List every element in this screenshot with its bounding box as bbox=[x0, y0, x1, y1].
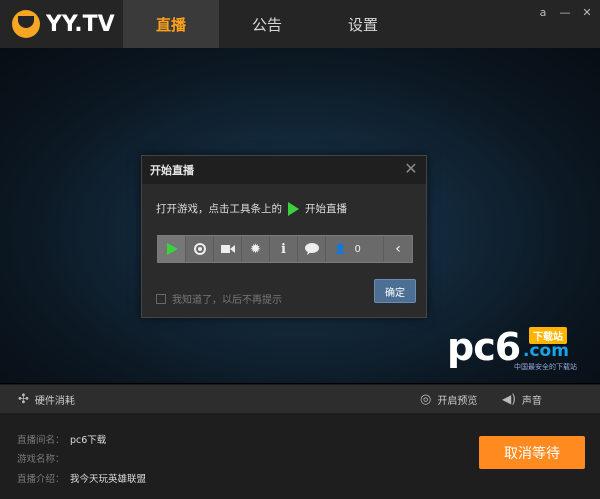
collapse-button[interactable]: ‹ bbox=[384, 236, 412, 262]
app-logo: YY.TV bbox=[12, 10, 115, 38]
play-button[interactable] bbox=[158, 236, 186, 262]
start-live-dialog: 开始直播 ✕ 打开游戏，点击工具条上的 开始直播 ✹ i 👤 0 ‹ 我知道了，… bbox=[141, 155, 427, 318]
status-bar: ✣ 硬件消耗 ◎ 开启预览 ◀) 声音 bbox=[0, 385, 600, 413]
logo-text: YY.TV bbox=[46, 11, 115, 37]
message-action: 开始直播 bbox=[305, 203, 347, 215]
pc6-watermark: pc6 下载站 .com 中国最安全的下载站 bbox=[447, 327, 577, 372]
play-icon bbox=[166, 243, 178, 255]
chat-button[interactable] bbox=[298, 236, 326, 262]
sound-button[interactable]: ◀) 声音 bbox=[502, 392, 542, 407]
person-icon: 👤 bbox=[334, 243, 347, 255]
hardware-label: 硬件消耗 bbox=[34, 395, 75, 407]
cancel-wait-button[interactable]: 取消等待 bbox=[479, 436, 585, 469]
checkbox-box[interactable] bbox=[156, 293, 166, 304]
ok-button[interactable]: 确定 bbox=[374, 279, 416, 303]
skin-button[interactable]: a bbox=[536, 6, 550, 20]
watermark-text: pc6 bbox=[447, 325, 521, 369]
speaker-icon: ◀) bbox=[502, 392, 516, 406]
tab-settings[interactable]: 设置 bbox=[315, 0, 411, 48]
room-name-value: pc6下载 bbox=[70, 435, 107, 446]
intro-row: 直播介绍： 我今天玩英雄联盟 bbox=[17, 471, 146, 485]
yy-logo-icon bbox=[12, 10, 40, 38]
dont-show-checkbox[interactable]: 我知道了，以后不再提示 bbox=[156, 291, 282, 306]
room-name-row: 直播间名： pc6下载 bbox=[17, 432, 106, 446]
chat-icon bbox=[304, 243, 319, 255]
preview-label: 开启预览 bbox=[437, 395, 478, 407]
checkbox-label: 我知道了，以后不再提示 bbox=[172, 295, 282, 306]
intro-key: 直播介绍： bbox=[17, 474, 65, 485]
dialog-header: 开始直播 ✕ bbox=[142, 156, 426, 184]
dialog-title: 开始直播 bbox=[150, 164, 194, 177]
info-icon: i bbox=[281, 241, 286, 257]
dialog-message: 打开游戏，点击工具条上的 开始直播 bbox=[156, 201, 347, 216]
title-bar: YY.TV 直播 公告 设置 a — ✕ bbox=[0, 0, 600, 48]
sound-label: 声音 bbox=[521, 395, 542, 407]
info-button[interactable]: i bbox=[270, 236, 298, 262]
record-button[interactable] bbox=[186, 236, 214, 262]
viewer-count: 👤 0 bbox=[326, 236, 384, 262]
chevron-left-icon: ‹ bbox=[395, 241, 401, 257]
intro-value: 我今天玩英雄联盟 bbox=[70, 474, 147, 485]
watermark-com: .com bbox=[523, 341, 569, 361]
camera-icon bbox=[220, 245, 235, 253]
close-button[interactable]: ✕ bbox=[580, 6, 594, 20]
dialog-close-icon[interactable]: ✕ bbox=[404, 161, 418, 177]
settings-button[interactable]: ✹ bbox=[242, 236, 270, 262]
room-name-key: 直播间名： bbox=[17, 435, 65, 446]
minimize-button[interactable]: — bbox=[558, 6, 572, 20]
gear-icon: ✹ bbox=[250, 241, 261, 257]
game-name-row: 游戏名称： bbox=[17, 451, 70, 465]
message-prefix: 打开游戏，点击工具条上的 bbox=[156, 203, 282, 215]
watermark-sub: 中国最安全的下载站 bbox=[514, 363, 577, 371]
hardware-usage-button[interactable]: ✣ 硬件消耗 bbox=[18, 392, 75, 407]
game-name-key: 游戏名称： bbox=[17, 454, 65, 465]
tab-live[interactable]: 直播 bbox=[123, 0, 219, 48]
play-icon bbox=[288, 201, 299, 216]
viewer-count-value: 0 bbox=[354, 243, 361, 255]
eye-icon: ◎ bbox=[420, 391, 432, 407]
record-icon bbox=[193, 243, 206, 255]
fan-icon: ✣ bbox=[18, 391, 29, 407]
live-toolbar: ✹ i 👤 0 ‹ bbox=[157, 235, 413, 263]
preview-toggle[interactable]: ◎ 开启预览 bbox=[420, 392, 477, 407]
camera-button[interactable] bbox=[214, 236, 242, 262]
tab-announcement[interactable]: 公告 bbox=[219, 0, 315, 48]
main-tabs: 直播 公告 设置 bbox=[123, 0, 411, 48]
window-controls: a — ✕ bbox=[536, 6, 594, 20]
